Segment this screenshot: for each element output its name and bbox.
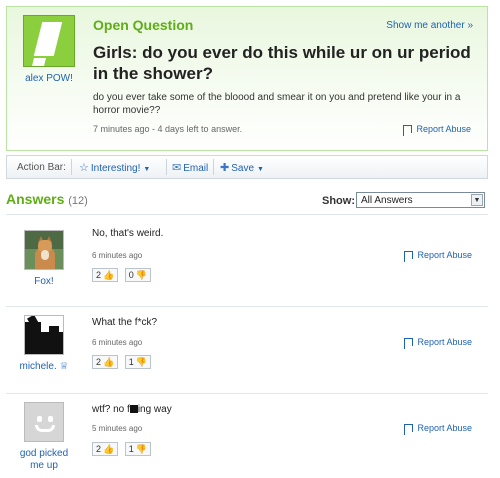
answer-user: Fox! bbox=[6, 230, 82, 288]
michele-avatar[interactable] bbox=[24, 315, 64, 355]
divider bbox=[213, 159, 214, 175]
question-meta: 7 minutes ago - 4 days left to answer. bbox=[93, 124, 243, 134]
save-button[interactable]: ✚ Save ▼ bbox=[220, 161, 264, 174]
thumbs-up-icon: 👍 bbox=[103, 270, 115, 280]
flag-icon bbox=[404, 338, 414, 349]
question-report-abuse-link[interactable]: Report Abuse bbox=[403, 124, 471, 136]
question-box: alex POW! Open Question Show me another … bbox=[6, 6, 488, 151]
answer-username[interactable]: michele. ♕ bbox=[6, 361, 82, 373]
chevron-down-icon[interactable]: ▼ bbox=[471, 194, 483, 206]
star-icon: ☆ bbox=[79, 162, 89, 174]
answers-count: (12) bbox=[68, 195, 88, 207]
answer-report-abuse-link[interactable]: Report Abuse bbox=[404, 250, 472, 262]
answer-username[interactable]: Fox! bbox=[6, 276, 82, 288]
thumbs-up-button[interactable]: 2 👍 bbox=[92, 355, 119, 369]
censor-block bbox=[129, 405, 138, 413]
answer-text: No, that's weird. bbox=[92, 228, 164, 239]
answer-user: michele. ♕ bbox=[6, 315, 82, 373]
question-title: Girls: do you ever do this while ur on u… bbox=[93, 43, 471, 83]
thumbs-up-icon: 👍 bbox=[103, 444, 115, 454]
chevron-down-icon: ▼ bbox=[257, 166, 264, 173]
thumbs-down-icon: 👎 bbox=[135, 357, 147, 367]
answer-votes: 2 👍 0 👎 bbox=[92, 268, 153, 282]
thumbs-down-button[interactable]: 1 👎 bbox=[124, 355, 151, 369]
thumbs-up-button[interactable]: 2 👍 bbox=[92, 442, 119, 456]
fox-avatar[interactable] bbox=[24, 230, 64, 270]
divider bbox=[71, 159, 72, 175]
chevron-down-icon: ▼ bbox=[143, 166, 151, 173]
answer-text: wtf? no f ing way bbox=[92, 404, 172, 415]
answer-time: 6 minutes ago bbox=[92, 251, 143, 260]
thumbs-down-icon: 👎 bbox=[135, 270, 147, 280]
flag-icon bbox=[403, 125, 413, 136]
thumbs-down-button[interactable]: 0 👎 bbox=[124, 268, 151, 282]
thumbs-down-button[interactable]: 1 👎 bbox=[124, 442, 151, 456]
envelope-icon: ✉ bbox=[172, 162, 182, 174]
answer-report-abuse-link[interactable]: Report Abuse bbox=[404, 337, 472, 349]
answer-votes: 2 👍 1 👎 bbox=[92, 355, 153, 369]
show-filter-select[interactable]: All Answers ▼ bbox=[356, 192, 485, 208]
divider bbox=[166, 159, 167, 175]
interesting-button[interactable]: ☆ Interesting! ▼ bbox=[79, 161, 150, 174]
answer-report-abuse-link[interactable]: Report Abuse bbox=[404, 423, 472, 435]
action-bar-label: Action Bar: bbox=[17, 162, 66, 173]
plus-icon: ✚ bbox=[220, 162, 230, 174]
thumbs-up-button[interactable]: 2 👍 bbox=[92, 268, 119, 282]
action-bar: Action Bar: ☆ Interesting! ▼ ✉ Email ✚ Save ▼ bbox=[6, 155, 488, 179]
answer-user: god picked me up bbox=[6, 402, 82, 472]
flag-icon bbox=[404, 424, 414, 435]
email-button[interactable]: ✉ Email bbox=[172, 161, 208, 174]
flag-icon bbox=[404, 251, 414, 262]
answers-heading: Answers (12) bbox=[6, 191, 88, 207]
asker: alex POW! bbox=[13, 15, 85, 84]
question-body: do you ever take some of the bloood and … bbox=[93, 92, 461, 116]
thumbs-down-icon: 👎 bbox=[135, 444, 147, 454]
divider bbox=[6, 214, 488, 215]
asker-name[interactable]: alex POW! bbox=[13, 73, 85, 84]
default-smiley-avatar[interactable] bbox=[24, 402, 64, 442]
divider bbox=[6, 306, 488, 307]
answer-time: 5 minutes ago bbox=[92, 424, 143, 433]
answer-time: 6 minutes ago bbox=[92, 338, 143, 347]
show-another-link[interactable]: Show me another » bbox=[386, 20, 473, 31]
answer-votes: 2 👍 1 👎 bbox=[92, 442, 153, 456]
green-exclamation-avatar-icon[interactable] bbox=[23, 15, 75, 67]
show-filter-label: Show: bbox=[322, 195, 355, 207]
answer-text: What the f*ck? bbox=[92, 317, 158, 328]
crown-icon: ♕ bbox=[59, 361, 69, 372]
divider bbox=[6, 393, 488, 394]
thumbs-up-icon: 👍 bbox=[103, 357, 115, 367]
question-type-label: Open Question bbox=[93, 17, 194, 33]
answer-username[interactable]: god picked me up bbox=[14, 448, 74, 472]
